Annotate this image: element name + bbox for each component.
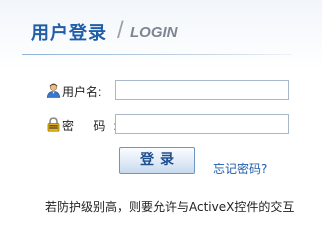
title-divider: / <box>117 17 124 44</box>
activex-notice: 若防护级别高，则要允许与ActiveX控件的交互 <box>45 200 295 214</box>
username-label: 用户名: <box>62 85 102 99</box>
login-button[interactable]: 登录 <box>119 147 195 174</box>
lock-icon <box>46 117 61 132</box>
username-input[interactable] <box>115 80 289 100</box>
password-input[interactable] <box>115 114 289 134</box>
password-row: 密 码: <box>0 113 322 137</box>
user-icon <box>46 83 61 98</box>
forgot-password-link[interactable]: 忘记密码? <box>213 160 267 177</box>
login-header: 用户登录 / LOGIN <box>0 0 322 60</box>
header-rule <box>22 54 292 55</box>
username-row: 用户名: <box>0 79 322 103</box>
page-title: 用户登录 <box>31 23 107 44</box>
page-subtitle: LOGIN <box>130 24 178 41</box>
